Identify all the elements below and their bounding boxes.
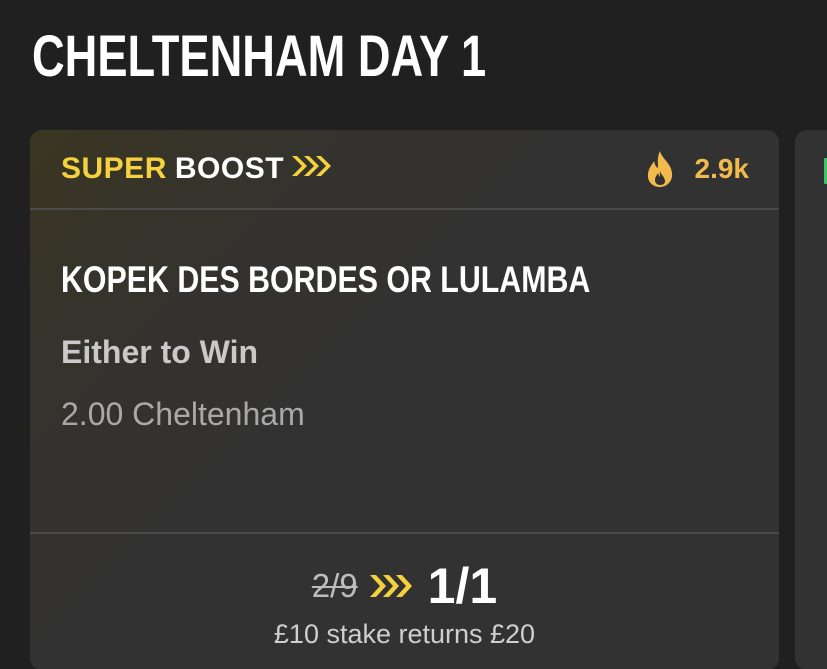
next-card-peek[interactable]	[795, 130, 827, 669]
boost-super-text: SUPER	[61, 152, 167, 185]
popularity-count: 2.9k	[694, 153, 750, 184]
page: CHELTENHAM DAY 1 SUPER BOOST 2.9k KOPEK …	[0, 0, 827, 669]
previous-odds: 2/9	[311, 567, 358, 604]
market-name: Either to Win	[61, 334, 259, 370]
super-boost-label: SUPER BOOST	[61, 150, 334, 188]
boost-card[interactable]: SUPER BOOST 2.9k KOPEK DES BORDES OR LUL…	[30, 130, 779, 669]
event-name: 2.00 Cheltenham	[61, 396, 305, 432]
boosted-odds: 1/1	[427, 558, 498, 614]
card-header: SUPER BOOST 2.9k	[30, 130, 779, 210]
selection-title: KOPEK DES BORDES OR LULAMBA	[61, 259, 591, 300]
boost-arrows-icon	[369, 575, 412, 597]
odds-button[interactable]: 2/9 1/1	[30, 558, 779, 614]
card-footer: 2/9 1/1 £10 stake returns £20	[30, 532, 779, 669]
stake-returns-text: £10 stake returns £20	[273, 619, 536, 649]
boost-chevrons-icon	[290, 152, 334, 186]
page-title: CHELTENHAM DAY 1	[32, 24, 487, 89]
boost-word-text: BOOST	[174, 152, 285, 185]
flame-icon	[647, 151, 672, 187]
popularity-indicator: 2.9k	[645, 150, 750, 188]
